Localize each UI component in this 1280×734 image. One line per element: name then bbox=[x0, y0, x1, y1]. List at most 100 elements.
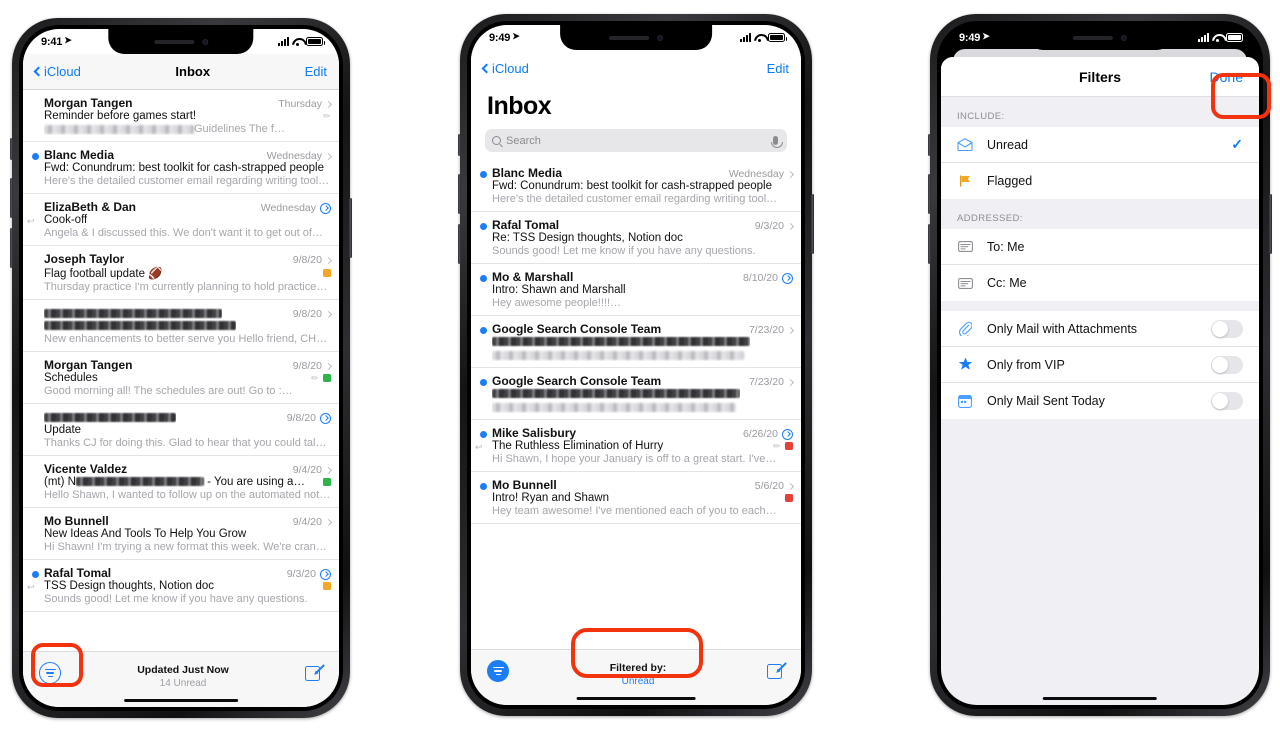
info-icon[interactable] bbox=[320, 568, 331, 580]
sender-name: Mo Bunnell bbox=[492, 478, 557, 492]
info-icon[interactable] bbox=[320, 412, 331, 424]
toggle-switch[interactable] bbox=[1211, 319, 1243, 338]
mail-markers bbox=[323, 478, 331, 486]
filter-icon[interactable] bbox=[39, 662, 61, 684]
mail-list-1[interactable]: Morgan Tangen Thursday Reminder before gam… bbox=[23, 90, 339, 612]
mail-row[interactable]: Mo Bunnell 5/6/20 Intro! Ryan and Shawn Hey… bbox=[471, 472, 801, 524]
preview-text: Thursday practice I'm currently planning… bbox=[44, 281, 328, 293]
search-input[interactable]: Search bbox=[485, 129, 787, 152]
screenshot-canvas: 9:41 ➤ iCloud Inbox Edit Morgan Tangen T… bbox=[0, 0, 1280, 734]
mail-row[interactable]: Vicente Valdez 9/4/20 (mt) N - You are usi… bbox=[23, 456, 339, 508]
filter-icon-active[interactable] bbox=[487, 660, 509, 682]
mail-row[interactable]: Google Search Console Team 7/23/20 bbox=[471, 368, 801, 420]
unread-count: 14 Unread bbox=[159, 678, 207, 690]
mail-meta: 9/8/20 bbox=[293, 360, 333, 372]
mail-preview bbox=[492, 349, 793, 361]
filtered-by-block[interactable]: Filtered by: Unread bbox=[610, 661, 667, 689]
mail-subject: (mt) N - You are using a… bbox=[44, 476, 305, 488]
mail-row[interactable]: ↩ ElizaBeth & Dan Wednesday Cook-off Angela … bbox=[23, 194, 339, 246]
done-button[interactable]: Done bbox=[1210, 69, 1243, 85]
preview-text: Good morning all! The schedules are out!… bbox=[44, 385, 293, 397]
mail-preview: Hi Shawn! I'm trying a new format this w… bbox=[44, 541, 331, 553]
microphone-icon[interactable] bbox=[770, 136, 783, 148]
mail-subject: TSS Design thoughts, Notion doc bbox=[44, 580, 214, 592]
preview-text: Thanks CJ for doing this. Glad to hear t… bbox=[44, 437, 331, 449]
filter-row[interactable]: To: Me bbox=[941, 229, 1259, 265]
filter-row[interactable]: Flagged bbox=[941, 163, 1259, 199]
edit-button-2[interactable]: Edit bbox=[767, 61, 789, 76]
mail-row[interactable]: Rafal Tomal 9/3/20 Re: TSS Design thoughts… bbox=[471, 212, 801, 264]
filter-row[interactable]: Cc: Me bbox=[941, 265, 1259, 301]
redacted-text bbox=[75, 477, 204, 487]
mail-row[interactable]: ↩ Rafal Tomal 9/3/20 TSS Design thoughts, N… bbox=[23, 560, 339, 612]
mail-row[interactable]: 9/8/20 Update Thanks CJ for doing this. Gl… bbox=[23, 404, 339, 456]
info-icon[interactable] bbox=[782, 272, 793, 284]
mail-row-header: 9/8/20 bbox=[44, 306, 333, 320]
mail-row[interactable]: Google Search Console Team 7/23/20 bbox=[471, 316, 801, 368]
mail-subject-line: Intro: Shawn and Marshall bbox=[492, 284, 793, 296]
mail-subject bbox=[492, 388, 740, 400]
filter-row[interactable]: Only Mail Sent Today bbox=[941, 383, 1259, 419]
filter-row[interactable]: Only from VIP bbox=[941, 347, 1259, 383]
mail-subject-line: Update bbox=[44, 424, 331, 436]
info-icon[interactable] bbox=[320, 202, 331, 214]
mute-switch-2[interactable] bbox=[458, 134, 461, 156]
compose-icon-2[interactable] bbox=[767, 662, 787, 680]
home-indicator-3[interactable] bbox=[1042, 696, 1158, 700]
toggle-switch[interactable] bbox=[1211, 355, 1243, 374]
mail-row-header: ElizaBeth & Dan Wednesday bbox=[44, 200, 331, 214]
back-to-icloud-button-2[interactable]: iCloud bbox=[481, 61, 529, 76]
filter-groups: INCLUDE: Unread ✓ Flagged ADDRESSED: To: Me Cc… bbox=[941, 97, 1259, 419]
power-button-3[interactable] bbox=[1269, 194, 1272, 254]
mail-row[interactable]: Morgan Tangen 9/8/20 Schedules ✏ Good mornin… bbox=[23, 352, 339, 404]
subject-suffix: - You are using a… bbox=[203, 476, 305, 488]
home-indicator[interactable] bbox=[124, 698, 238, 702]
toggle-switch[interactable] bbox=[1211, 392, 1243, 410]
sender-name: Morgan Tangen bbox=[44, 358, 133, 372]
edit-button[interactable]: Edit bbox=[305, 64, 327, 79]
attachment-icon: ✏ bbox=[311, 373, 319, 383]
filter-row[interactable]: Only Mail with Attachments bbox=[941, 311, 1259, 347]
mail-subject-line: Re: TSS Design thoughts, Notion doc bbox=[492, 232, 793, 244]
sender bbox=[44, 410, 176, 424]
read-spacer bbox=[32, 415, 39, 449]
volume-down-button-3[interactable] bbox=[928, 224, 931, 264]
mail-subject: The Ruthless Elimination of Hurry bbox=[492, 440, 663, 452]
mute-switch-3[interactable] bbox=[928, 134, 931, 156]
mail-subject-line: (mt) N - You are using a… bbox=[44, 476, 331, 488]
mute-switch[interactable] bbox=[10, 138, 13, 160]
volume-down-button-2[interactable] bbox=[458, 224, 461, 264]
volume-down-button[interactable] bbox=[10, 228, 13, 268]
power-button[interactable] bbox=[349, 198, 352, 258]
home-indicator-2[interactable] bbox=[576, 696, 696, 700]
mail-row-body: Rafal Tomal 9/3/20 Re: TSS Design thoughts… bbox=[492, 218, 795, 257]
compose-icon[interactable] bbox=[305, 664, 325, 682]
info-icon[interactable] bbox=[782, 428, 793, 440]
mail-row[interactable]: ↩ Mike Salisbury 6/26/20 The Ruthless Elimi… bbox=[471, 420, 801, 472]
volume-up-button-2[interactable] bbox=[458, 174, 461, 214]
mail-subject-line bbox=[492, 388, 793, 400]
mail-preview: Sounds good! Let me know if you have any… bbox=[492, 245, 793, 257]
mail-row[interactable]: 9/8/20 New enhancements to better serve y… bbox=[23, 300, 339, 352]
mail-subject: Fwd: Conundrum: best toolkit for cash-st… bbox=[44, 162, 324, 174]
read-spacer bbox=[32, 311, 39, 345]
volume-up-button-3[interactable] bbox=[928, 174, 931, 214]
mail-list-2[interactable]: Blanc Media Wednesday Fwd: Conundrum: best… bbox=[471, 160, 801, 524]
cc-card-icon bbox=[957, 275, 973, 291]
filter-row[interactable]: Unread ✓ bbox=[941, 127, 1259, 163]
volume-up-button[interactable] bbox=[10, 178, 13, 218]
redacted-text bbox=[492, 337, 750, 347]
mail-row[interactable]: Blanc Media Wednesday Fwd: Conundrum: best… bbox=[471, 160, 801, 212]
back-to-icloud-button[interactable]: iCloud bbox=[33, 64, 81, 79]
notch-2 bbox=[560, 25, 712, 50]
power-button-2[interactable] bbox=[811, 194, 814, 254]
mail-row[interactable]: Mo & Marshall 8/10/20 Intro: Shawn and Mar… bbox=[471, 264, 801, 316]
mail-row[interactable]: Blanc Media Wednesday Fwd: Conundrum: best… bbox=[23, 142, 339, 194]
mail-row[interactable]: Joseph Taylor 9/8/20 Flag football update … bbox=[23, 246, 339, 300]
mail-meta: 9/8/20 bbox=[287, 412, 331, 424]
calendar-icon bbox=[957, 393, 973, 409]
mail-row[interactable]: Morgan Tangen Thursday Reminder before gam… bbox=[23, 90, 339, 142]
to-card-icon bbox=[957, 239, 973, 255]
mail-row[interactable]: Mo Bunnell 9/4/20 New Ideas And Tools To H… bbox=[23, 508, 339, 560]
mail-preview: Here's the detailed customer email regar… bbox=[44, 175, 331, 187]
